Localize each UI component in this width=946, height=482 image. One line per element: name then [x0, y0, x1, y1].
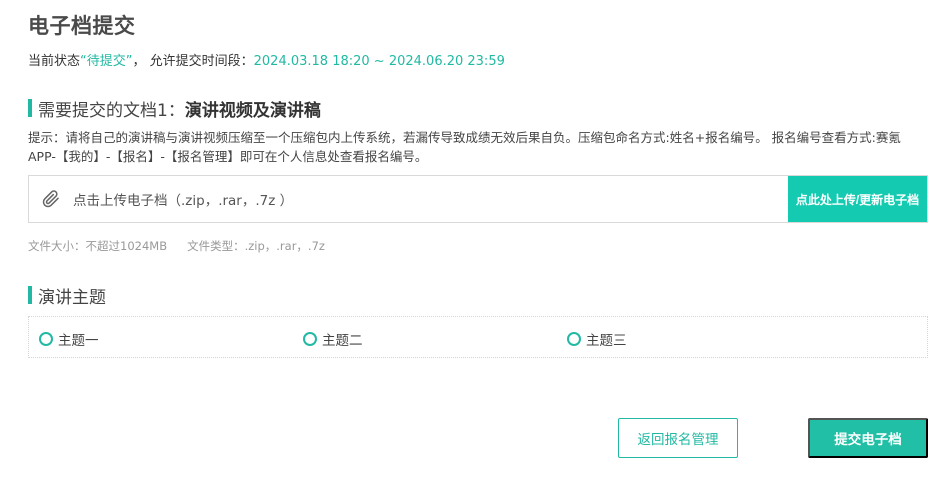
upload-field[interactable]: 点击上传电子档（.zip，.rar，.7z ） 点此处上传/更新电子档: [28, 175, 928, 223]
submit-document-button[interactable]: 提交电子档: [808, 418, 928, 458]
radio-circle-icon[interactable]: [567, 332, 581, 346]
radio-circle-icon[interactable]: [303, 332, 317, 346]
section-accent-bar: [28, 99, 32, 117]
topic-radio-group: 主题一 主题二 主题三: [28, 316, 928, 358]
doc-section-title: 需要提交的文档1：演讲视频及演讲稿: [38, 96, 321, 121]
topic-option-1[interactable]: 主题一: [39, 329, 99, 349]
upload-placeholder[interactable]: 点击上传电子档（.zip，.rar，.7z ）: [73, 189, 788, 209]
topic-option-2[interactable]: 主题二: [303, 329, 363, 349]
file-size-limit: 文件大小：不超过1024MB: [28, 239, 168, 253]
doc-section-header: 需要提交的文档1：演讲视频及演讲稿: [28, 96, 321, 121]
radio-circle-icon[interactable]: [39, 332, 53, 346]
back-to-registration-button[interactable]: 返回报名管理: [618, 418, 738, 458]
page-title: 电子档提交: [28, 14, 136, 38]
file-requirements: 文件大小：不超过1024MB 文件类型：.zip，.rar，.7z: [28, 238, 325, 254]
section-accent-bar: [28, 286, 32, 304]
topic-option-3[interactable]: 主题三: [567, 329, 627, 349]
submission-period: 2024.03.18 18:20 ~ 2024.06.20 23:59: [253, 54, 505, 69]
doc-label-name: 演讲视频及演讲稿: [184, 100, 321, 121]
topic-option-label: 主题二: [322, 333, 363, 349]
status-middle: ， 允许提交时间段：: [132, 54, 254, 69]
doc-label-prefix: 需要提交的文档1：: [38, 100, 185, 121]
topic-option-label: 主题一: [58, 333, 99, 349]
topic-option-label: 主题三: [586, 333, 627, 349]
upload-file-button[interactable]: 点此处上传/更新电子档: [788, 176, 927, 222]
file-type-limit: 文件类型：.zip，.rar，.7z: [187, 239, 325, 253]
paperclip-icon: [29, 176, 73, 222]
topic-section-title: 演讲主题: [38, 287, 106, 308]
topic-section-header: 演讲主题: [28, 284, 106, 308]
status-value: “待提交”: [80, 54, 133, 69]
upload-hint: 提示：请将自己的演讲稿与演讲视频压缩至一个压缩包内上传系统，若漏传导致成绩无效后…: [28, 130, 901, 164]
submission-status: 当前状态“待提交”， 允许提交时间段：2024.03.18 18:20 ~ 20…: [28, 50, 505, 69]
status-prefix: 当前状态: [28, 54, 81, 69]
